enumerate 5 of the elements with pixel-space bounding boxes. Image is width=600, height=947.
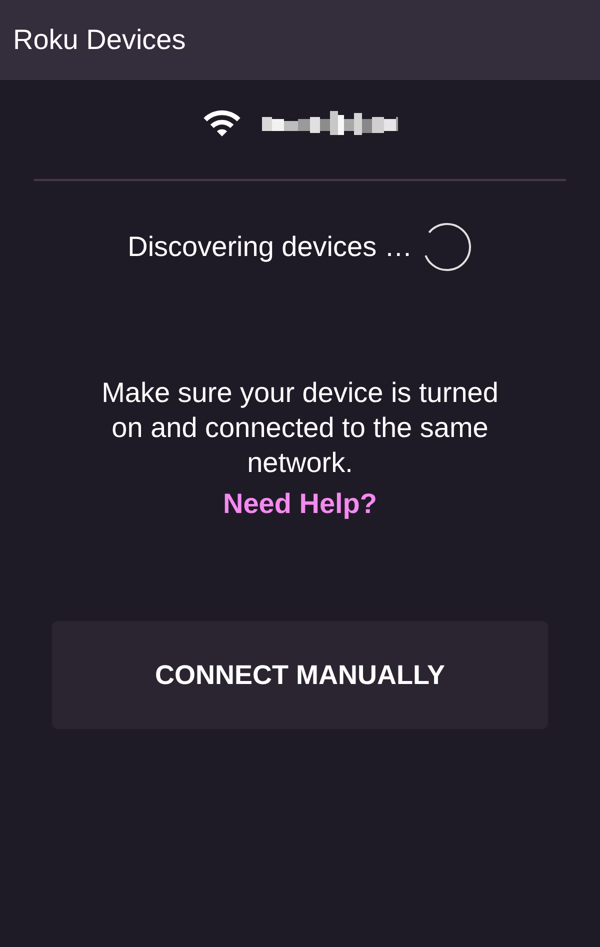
need-help-link[interactable]: Need Help?	[222, 486, 378, 521]
connect-manually-button[interactable]: CONNECT MANUALLY	[52, 621, 548, 729]
discovery-status: Discovering devices …	[128, 231, 412, 263]
hint-message: Make sure your device is turned on and connected to the same network.	[100, 376, 500, 480]
app-bar-title: Roku Devices	[13, 26, 186, 54]
